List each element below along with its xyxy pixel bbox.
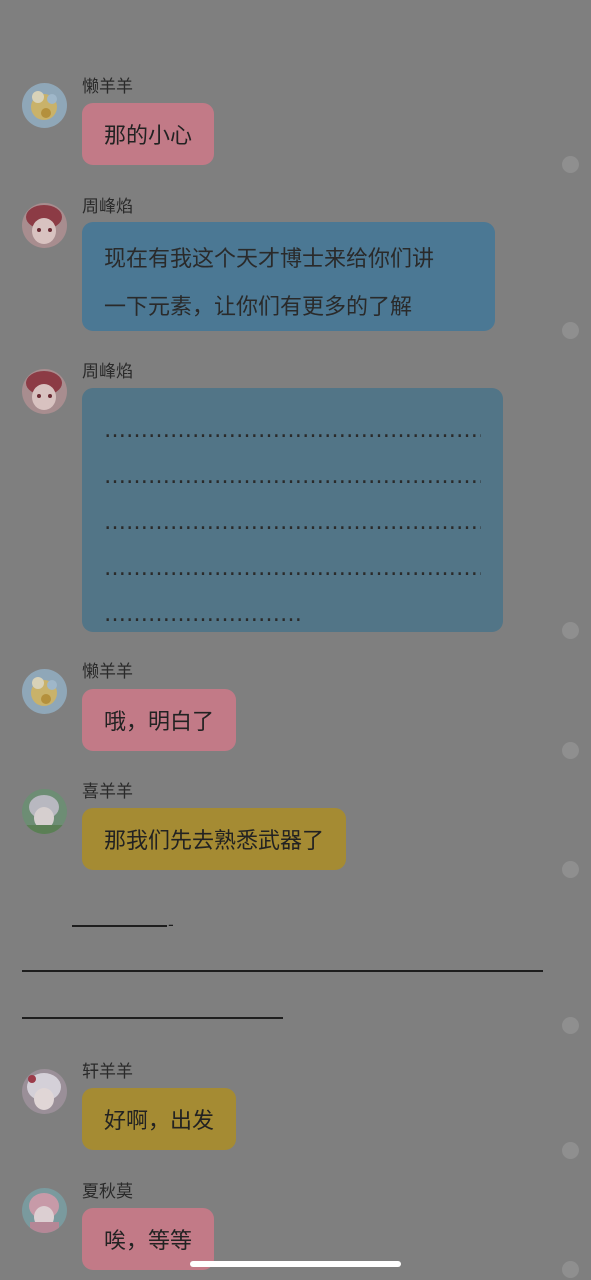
scroll-marker[interactable] xyxy=(562,1017,579,1034)
scroll-marker[interactable] xyxy=(562,622,579,639)
sender-name: 轩羊羊 xyxy=(82,1062,133,1082)
avatar-zhoufengyan[interactable] xyxy=(22,203,67,248)
message-bubble[interactable]: ………………………………………………… ………………………………………………… … xyxy=(82,388,503,632)
message-text: 那我们先去熟悉武器了 xyxy=(104,829,325,854)
message-text: 好啊，出发 xyxy=(104,1109,215,1134)
scroll-marker[interactable] xyxy=(562,1142,579,1159)
avatar-xiyangyang[interactable] xyxy=(22,789,67,834)
avatar-icon xyxy=(22,789,67,834)
sender-name: 懒羊羊 xyxy=(82,662,133,682)
message-text: 哦，明白了 xyxy=(104,710,215,735)
message-text-line: 一下元素，让你们有更多的了解 xyxy=(104,295,413,320)
scroll-marker[interactable] xyxy=(562,742,579,759)
message-bubble[interactable]: 那我们先去熟悉武器了 xyxy=(82,808,347,870)
avatar-lanyangyang[interactable] xyxy=(22,669,67,714)
separator-line xyxy=(22,970,543,972)
separator-dash: - xyxy=(168,915,174,934)
separator-line xyxy=(22,1017,283,1019)
message-bubble[interactable]: 好啊，出发 xyxy=(82,1088,237,1150)
message-text-line: ……………………… xyxy=(104,602,302,627)
message-text-line: ………………………………………………… xyxy=(104,510,481,535)
separator-line xyxy=(72,925,167,927)
scroll-marker[interactable] xyxy=(562,156,579,173)
avatar-lanyangyang[interactable] xyxy=(22,83,67,128)
sender-name: 夏秋莫 xyxy=(82,1182,133,1202)
avatar-icon xyxy=(22,1188,67,1233)
sender-name: 周峰焰 xyxy=(82,197,133,217)
scroll-marker[interactable] xyxy=(562,1261,579,1278)
message-text-line: 现在有我这个天才博士来给你们讲 xyxy=(104,247,435,272)
avatar-icon xyxy=(22,369,67,414)
home-indicator[interactable] xyxy=(190,1261,401,1267)
message-text: 唉，等等 xyxy=(104,1229,193,1254)
scroll-marker[interactable] xyxy=(562,861,579,878)
message-text: 那的小心 xyxy=(104,124,193,149)
avatar-icon xyxy=(22,83,67,128)
message-bubble[interactable]: 那的小心 xyxy=(82,103,215,165)
avatar-xuanyangyang[interactable] xyxy=(22,1069,67,1114)
avatar-zhoufengyan[interactable] xyxy=(22,369,67,414)
message-text-line: ………………………………………………… xyxy=(104,556,481,581)
avatar-icon xyxy=(22,669,67,714)
message-text-line: ………………………………………………… xyxy=(104,418,481,443)
message-bubble[interactable]: 哦，明白了 xyxy=(82,689,237,751)
message-text-line: ………………………………………………… xyxy=(104,464,481,489)
sender-name: 周峰焰 xyxy=(82,362,133,382)
sender-name: 懒羊羊 xyxy=(82,77,133,97)
sender-name: 喜羊羊 xyxy=(82,782,133,802)
avatar-xiaqiumo[interactable] xyxy=(22,1188,67,1233)
avatar-icon xyxy=(22,203,67,248)
scroll-marker[interactable] xyxy=(562,322,579,339)
avatar-icon xyxy=(22,1069,67,1114)
message-bubble[interactable]: 现在有我这个天才博士来给你们讲 一下元素，让你们有更多的了解 xyxy=(82,222,495,331)
